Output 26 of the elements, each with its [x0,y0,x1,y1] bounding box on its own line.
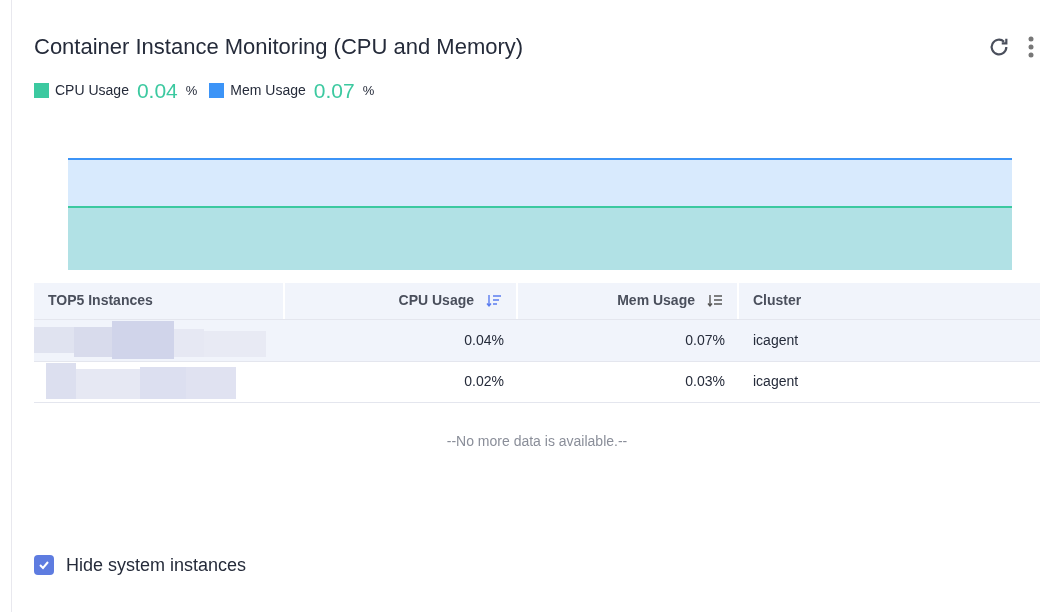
sort-icon[interactable] [707,293,723,308]
table-row[interactable]: 0.02% 0.03% icagent [34,360,1040,402]
column-header: Mem Usage [617,291,695,310]
panel-title: Container Instance Monitoring (CPU and Memory) [34,33,524,61]
legend-unit: % [185,82,198,100]
more-icon[interactable] [1028,35,1034,58]
legend-label: Mem Usage [230,81,306,101]
legend-unit: % [362,82,375,100]
table-cell-text: 0.04% [464,330,504,350]
sort-icon[interactable] [486,293,502,308]
table-cell-text: 0.07% [685,330,725,350]
column-header: CPU Usage [398,291,474,310]
table-cell-text: 0.02% [464,372,504,391]
column-header: TOP5 Instances [48,291,153,310]
empty-note: --No more data is available.-- [446,431,628,451]
table-cell-text: icagent [753,372,799,391]
table-cell-text: icagent [753,330,799,350]
table-cell-text: 0.03% [685,372,725,391]
checkbox[interactable] [34,555,54,575]
check-icon [38,560,50,570]
column-header: Cluster [753,291,802,310]
legend-value: 0.04 [136,78,178,104]
table-row[interactable]: 0.04% 0.07% icagent [34,319,1040,361]
legend-value: 0.07 [313,78,355,104]
hide-system-checkbox[interactable]: Hide system instances [34,551,247,579]
legend-label: CPU Usage [55,81,129,101]
